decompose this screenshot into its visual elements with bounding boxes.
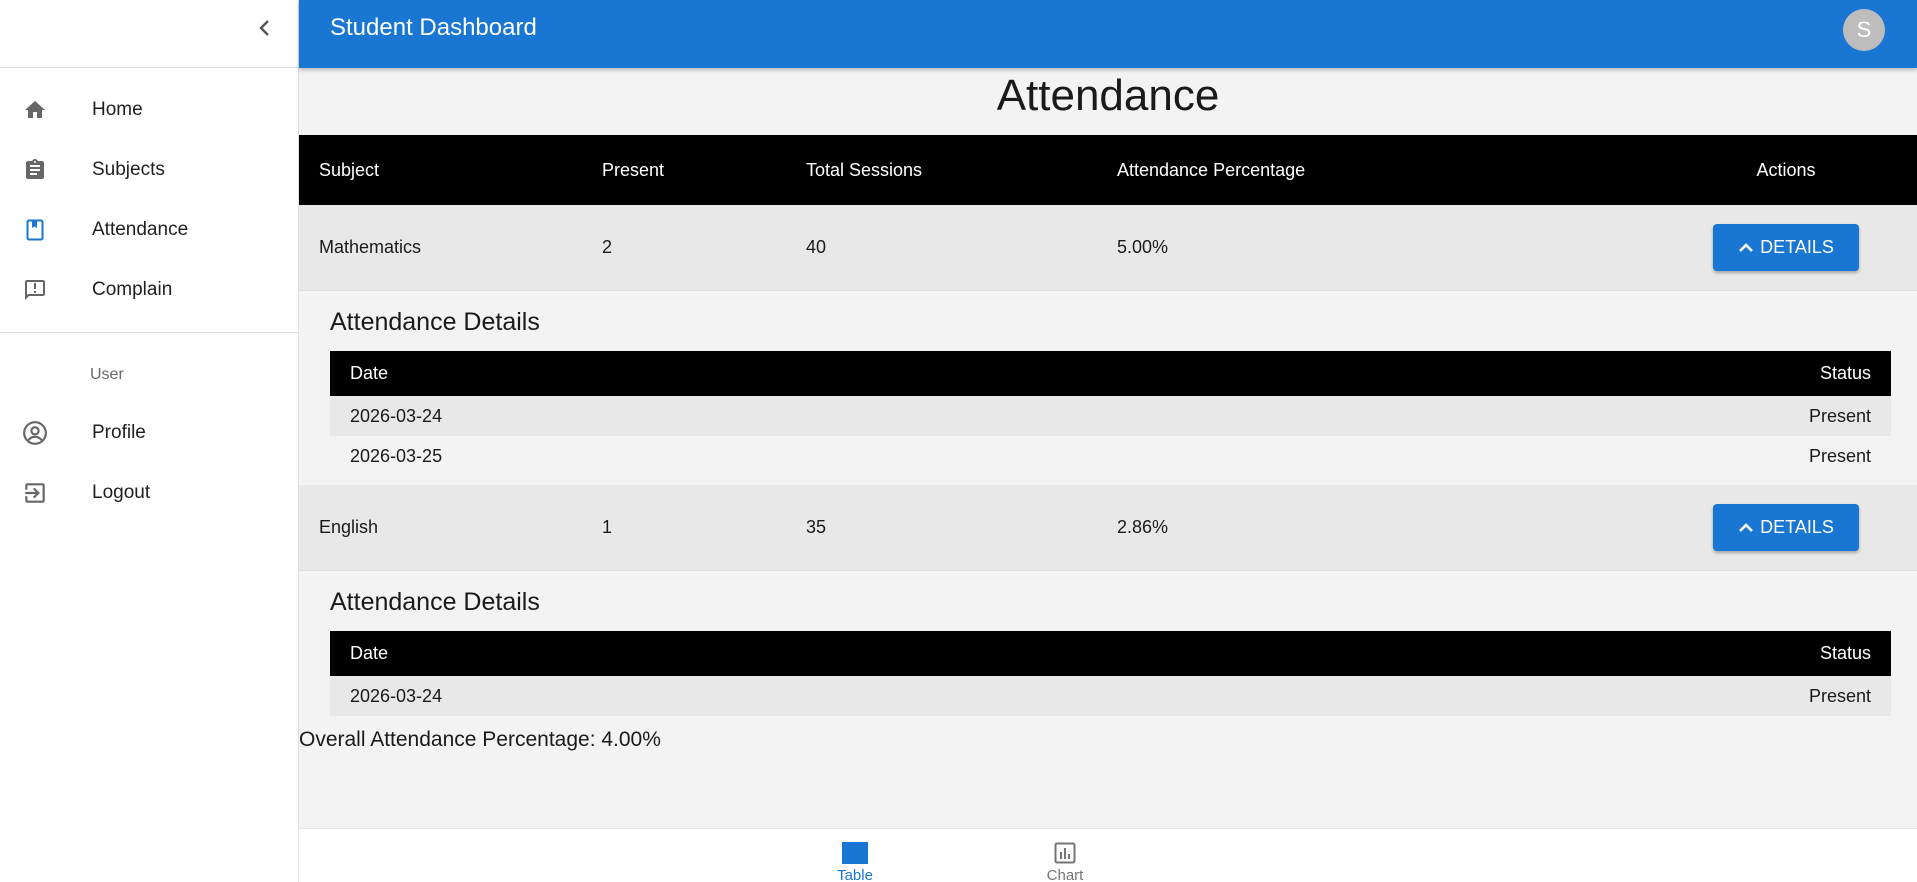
column-header-date: Date: [350, 363, 389, 383]
cell-status: Present: [1808, 405, 1871, 426]
sidebar-item-label: Home: [92, 99, 143, 120]
user-nav: Profile Logout: [0, 403, 298, 523]
details-table-header: Date Status: [330, 631, 1891, 676]
cell-actions: DETAILS: [1706, 485, 1866, 570]
bottom-nav-label: Table: [837, 867, 873, 882]
assignment-icon: [22, 157, 48, 183]
details-button[interactable]: DETAILS: [1713, 504, 1859, 551]
chevron-up-icon: [1739, 522, 1754, 532]
bottom-nav-label: Chart: [1046, 867, 1084, 882]
main-content: Attendance Subject Present Total Session…: [299, 68, 1917, 828]
details-button[interactable]: DETAILS: [1713, 224, 1859, 271]
details-button-label: DETAILS: [1760, 237, 1834, 257]
sidebar-item-label: Logout: [92, 482, 151, 503]
cell-status: Present: [1808, 685, 1871, 706]
account-circle-icon: [22, 420, 48, 446]
cell-attendance-percentage: 2.86%: [1117, 517, 1169, 537]
cell-status: Present: [1808, 445, 1871, 466]
sidebar-item-label: Profile: [92, 422, 146, 443]
column-header-date: Date: [350, 643, 389, 663]
bottom-nav-chart[interactable]: Chart: [1005, 841, 1125, 882]
attendance-details-table: Date Status 2026-03-24 Present 2026-03-2…: [330, 351, 1891, 476]
collapse-sidebar-button[interactable]: [252, 14, 276, 42]
table-icon: [842, 842, 868, 864]
column-header-total-sessions: Total Sessions: [806, 159, 923, 180]
column-header-status: Status: [1819, 363, 1871, 383]
cell-attendance-percentage: 5.00%: [1117, 237, 1169, 257]
avatar[interactable]: S: [1843, 9, 1885, 51]
cell-actions: DETAILS: [1706, 205, 1866, 290]
feedback-icon: [22, 277, 48, 303]
cell-present: 2: [602, 237, 613, 257]
attendance-details-table: Date Status 2026-03-24 Present: [330, 631, 1891, 716]
sidebar-divider: [0, 332, 298, 333]
column-header-actions: Actions: [1756, 159, 1816, 180]
bottom-nav-table[interactable]: Table: [795, 841, 915, 882]
column-header-subject: Subject: [319, 159, 380, 180]
bottom-navigation: Table Chart: [299, 828, 1917, 882]
sidebar-header: [0, 0, 298, 68]
attendance-table-header: Subject Present Total Sessions Attendanc…: [299, 135, 1917, 205]
overall-attendance: Overall Attendance Percentage: 4.00%: [299, 728, 661, 751]
logout-icon: [22, 480, 48, 506]
attendance-details-title: Attendance Details: [330, 588, 540, 616]
sidebar-section-header: User: [90, 366, 124, 383]
details-button-label: DETAILS: [1760, 517, 1834, 537]
sidebar-item-complain[interactable]: Complain: [0, 260, 298, 320]
home-icon: [22, 97, 48, 123]
column-header-status: Status: [1819, 643, 1871, 663]
main-nav: Home Subjects Attendance Complain: [0, 68, 298, 320]
table-row: English 1 35 2.86% DETAILS: [299, 485, 1917, 571]
sidebar-item-label: Subjects: [92, 159, 165, 180]
sidebar-item-logout[interactable]: Logout: [0, 463, 298, 523]
sidebar: Home Subjects Attendance Complain User P…: [0, 0, 299, 882]
cell-subject: English: [319, 517, 379, 537]
column-header-attendance-percentage: Attendance Percentage: [1117, 159, 1306, 180]
sidebar-item-attendance[interactable]: Attendance: [0, 200, 298, 260]
column-header-present: Present: [602, 159, 665, 180]
cell-date: 2026-03-24: [350, 685, 443, 706]
details-table-header: Date Status: [330, 351, 1891, 396]
sidebar-item-label: Attendance: [92, 219, 189, 240]
sidebar-item-home[interactable]: Home: [0, 80, 298, 140]
cell-date: 2026-03-24: [350, 405, 443, 426]
sidebar-item-label: Complain: [92, 279, 173, 300]
bar-chart-icon: [1054, 842, 1076, 864]
details-row: 2026-03-25 Present: [330, 436, 1891, 476]
cell-total-sessions: 35: [806, 517, 827, 537]
page-title: Attendance: [996, 71, 1220, 120]
table-row: Mathematics 2 40 5.00% DETAILS: [299, 205, 1917, 291]
sidebar-item-subjects[interactable]: Subjects: [0, 140, 298, 200]
cell-present: 1: [602, 517, 613, 537]
bookmark-icon: [22, 217, 48, 243]
details-row: 2026-03-24 Present: [330, 676, 1891, 716]
sidebar-item-profile[interactable]: Profile: [0, 403, 298, 463]
details-row: 2026-03-24 Present: [330, 396, 1891, 436]
cell-total-sessions: 40: [806, 237, 827, 257]
chevron-left-icon: [259, 20, 269, 36]
attendance-details-title: Attendance Details: [330, 308, 540, 336]
cell-subject: Mathematics: [319, 237, 422, 257]
app-title: Student Dashboard: [330, 14, 537, 41]
cell-date: 2026-03-25: [350, 445, 443, 466]
app-bar: Student Dashboard S: [299, 0, 1917, 68]
chevron-up-icon: [1739, 242, 1754, 252]
